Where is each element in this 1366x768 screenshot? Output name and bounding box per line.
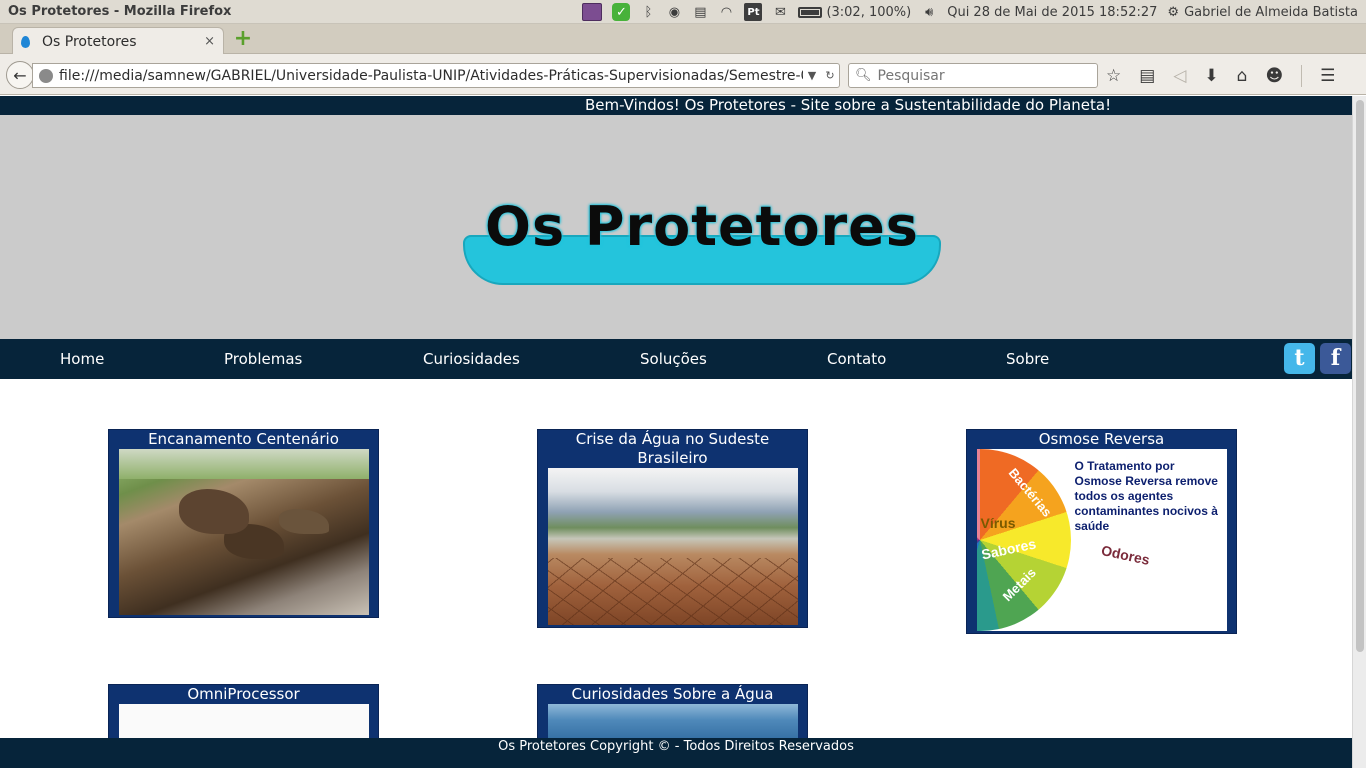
nav-contato[interactable]: Contato <box>827 339 886 379</box>
user-name: Gabriel de Almeida Batista <box>1184 4 1358 20</box>
os-top-panel: Os Protetores - Mozilla Firefox ✓ ᛒ ◉ ▤ … <box>0 0 1366 24</box>
new-tab-button[interactable]: + <box>233 28 253 50</box>
back-button[interactable]: ← <box>6 61 34 89</box>
card-crise-agua[interactable]: Crise da Água no Sudeste Brasileiro <box>537 429 808 628</box>
battery-indicator[interactable]: (3:02, 100%) <box>798 3 911 21</box>
bluetooth-icon[interactable]: ᛒ <box>640 3 656 21</box>
card-osmose[interactable]: Osmose Reversa Sal Bactérias Vírus Sabor… <box>966 429 1237 634</box>
card-title: Osmose Reversa <box>1038 430 1165 448</box>
mail-icon[interactable]: ✉ <box>772 3 788 21</box>
card-title: OmniProcessor <box>187 685 300 703</box>
search-input[interactable] <box>877 67 1088 84</box>
tab-os-protetores[interactable]: Os Protetores × <box>12 27 224 55</box>
twitter-icon[interactable]: t <box>1284 343 1315 374</box>
toolbar-separator <box>1301 64 1303 87</box>
cards-grid: Encanamento Centenário Crise da Água no … <box>0 379 1352 744</box>
nav-home[interactable]: Home <box>60 339 104 379</box>
nav-curiosidades[interactable]: Curiosidades <box>423 339 520 379</box>
update-check-icon[interactable]: ✓ <box>612 3 631 21</box>
clock[interactable]: Qui 28 de Mai de 2015 18:52:27 <box>947 3 1157 21</box>
card-title: Curiosidades Sobre a Água <box>571 685 774 703</box>
search-bar[interactable]: 🔍︎ <box>848 63 1098 88</box>
back-arrow-icon: ← <box>13 65 27 85</box>
page-scrollbar[interactable] <box>1352 96 1366 768</box>
card-title: Crise da Água no Sudeste Brasileiro <box>575 430 770 467</box>
nav-sobre[interactable]: Sobre <box>1006 339 1049 379</box>
downloads-icon[interactable]: ⬇ <box>1204 66 1218 86</box>
page-viewport: Bem-Vindos! Os Protetores - Site sobre a… <box>0 96 1352 768</box>
hello-chat-icon[interactable]: ☻ <box>1265 66 1283 86</box>
pt-keyboard-icon[interactable]: Pt <box>744 3 763 21</box>
workspace-monitor-icon[interactable] <box>582 3 603 21</box>
volume-icon[interactable]: 🔊︎ <box>921 3 937 21</box>
nav-problemas[interactable]: Problemas <box>224 339 302 379</box>
url-text[interactable]: file:///media/samnew/GABRIEL/Universidad… <box>59 68 803 84</box>
nav-solucoes[interactable]: Soluções <box>640 339 707 379</box>
main-nav: Home Problemas Curiosidades Soluções Con… <box>0 339 1352 379</box>
reading-list-icon[interactable]: ▤ <box>1139 66 1155 86</box>
card-omniprocessor[interactable]: OmniProcessor <box>108 684 379 744</box>
pie-label: Vírus <box>980 515 1016 531</box>
card-curiosidades-agua[interactable]: Curiosidades Sobre a Água <box>537 684 808 744</box>
osmosis-infographic: Sal Bactérias Vírus Sabores Metais Algas… <box>976 449 1227 631</box>
card-encanamento[interactable]: Encanamento Centenário <box>108 429 379 618</box>
hamburger-menu-icon[interactable]: ☰ <box>1320 66 1335 86</box>
site-banner: Os Protetores <box>0 115 1352 339</box>
wifi-icon[interactable]: ◠ <box>718 3 734 21</box>
toolbar-icons: ☆ ▤ ◁ ⬇ ⌂ ☻ ☰ <box>1106 63 1335 88</box>
ubuntu-one-icon[interactable]: ◉ <box>666 3 682 21</box>
reload-icon[interactable]: ↻ <box>821 69 839 82</box>
user-menu[interactable]: ⚙ Gabriel de Almeida Batista <box>1167 3 1358 21</box>
site-logo[interactable]: Os Protetores <box>482 195 922 258</box>
water-drop-favicon-icon <box>21 35 30 48</box>
scrollbar-thumb[interactable] <box>1356 100 1364 652</box>
history-dropdown-icon[interactable]: ▼ <box>803 69 821 82</box>
tab-title: Os Protetores <box>42 33 137 50</box>
dry-reservoir-photo <box>547 468 798 625</box>
search-icon: 🔍︎ <box>855 68 872 83</box>
welcome-bar: Bem-Vindos! Os Protetores - Site sobre a… <box>0 96 1352 115</box>
nav-toolbar: ← file:///media/samnew/GABRIEL/Universid… <box>0 54 1366 95</box>
battery-text: (3:02, 100%) <box>826 4 912 20</box>
window-title: Os Protetores - Mozilla Firefox <box>8 4 232 19</box>
disk-icon[interactable]: ▤ <box>692 3 708 21</box>
home-icon[interactable]: ⌂ <box>1237 66 1248 86</box>
card-title: Encanamento Centenário <box>148 430 339 448</box>
osmosis-caption: O Tratamento por Osmose Reversa remove t… <box>1074 459 1218 533</box>
pie-label: Sal <box>1036 455 1058 471</box>
bookmark-star-icon[interactable]: ☆ <box>1106 66 1121 86</box>
facebook-icon[interactable]: f <box>1320 343 1351 374</box>
tab-strip: Os Protetores × + <box>0 24 1366 55</box>
url-bar[interactable]: file:///media/samnew/GABRIEL/Universidad… <box>32 63 840 88</box>
tab-close-icon[interactable]: × <box>204 34 215 49</box>
pie-label: Odores <box>1099 542 1151 568</box>
broken-pipe-photo <box>118 449 369 615</box>
pocket-send-icon[interactable]: ◁ <box>1173 66 1186 86</box>
site-footer: Os Protetores Copyright © - Todos Direit… <box>0 738 1352 768</box>
footer-text: Os Protetores Copyright © - Todos Direit… <box>498 739 854 754</box>
system-tray: ✓ ᛒ ◉ ▤ ◠ Pt ✉ (3:02, 100%) 🔊︎ Qui 28 de… <box>582 0 1358 24</box>
settings-gear-icon: ⚙ <box>1167 4 1180 20</box>
globe-icon <box>39 68 53 83</box>
welcome-text: Bem-Vindos! Os Protetores - Site sobre a… <box>585 96 1112 114</box>
battery-icon <box>798 6 823 18</box>
